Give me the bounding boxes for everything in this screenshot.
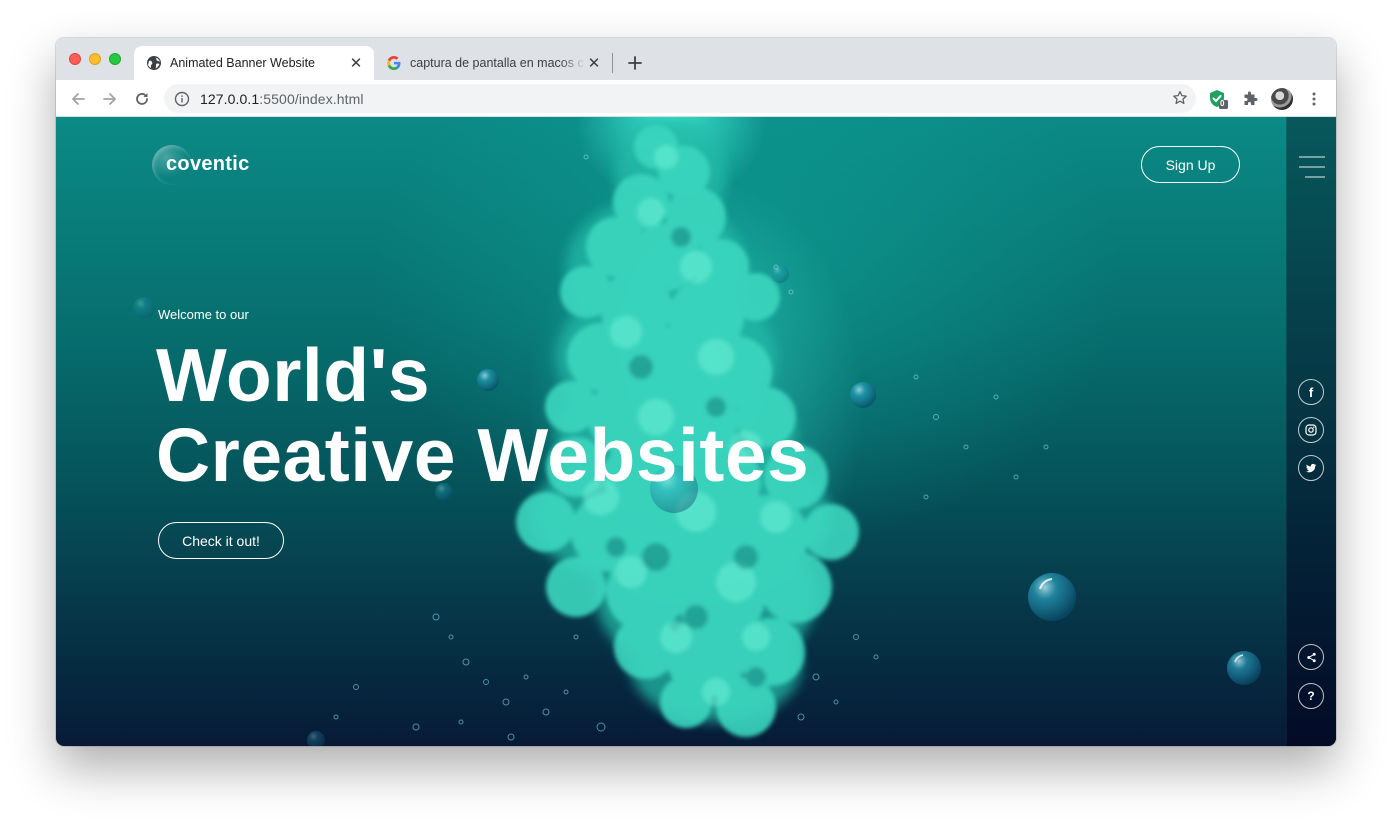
- tab-animated-banner[interactable]: Animated Banner Website ✕: [134, 46, 374, 80]
- shield-check-icon: [1210, 90, 1228, 109]
- tab-google-search[interactable]: captura de pantalla en macos c ✕: [374, 46, 612, 80]
- back-button[interactable]: [66, 87, 90, 111]
- reload-icon: [136, 93, 148, 105]
- tab-title: Animated Banner Website: [170, 56, 315, 70]
- arrow-right-icon: [103, 93, 116, 105]
- share-glyph-icon: [1306, 652, 1316, 662]
- plus-icon: [628, 56, 642, 70]
- url-host: 127.0.0.1: [200, 90, 260, 107]
- headline-line-1: World's: [156, 333, 431, 417]
- sign-up-button[interactable]: Sign Up: [1141, 146, 1240, 183]
- extensions-button[interactable]: [1238, 87, 1262, 111]
- reload-button[interactable]: [130, 87, 154, 111]
- close-tab-icon[interactable]: ✕: [586, 55, 602, 72]
- welcome-text: Welcome to our: [158, 307, 249, 322]
- adblock-extension-button[interactable]: 0: [1206, 87, 1230, 111]
- avatar: [1271, 88, 1293, 110]
- share-icon[interactable]: [1298, 644, 1324, 670]
- headline-line-2: Creative Websites: [156, 413, 810, 497]
- tab-strip: Animated Banner Website ✕ captura de pan…: [56, 38, 1336, 80]
- google-icon: [387, 56, 401, 70]
- info-icon[interactable]: [174, 91, 190, 107]
- instagram-icon[interactable]: [1298, 417, 1324, 443]
- site-logo[interactable]: coventic: [166, 153, 250, 176]
- bookmark-star-icon[interactable]: [1172, 90, 1188, 106]
- browser-window: Animated Banner Website ✕ captura de pan…: [56, 38, 1336, 746]
- forward-button[interactable]: [98, 87, 122, 111]
- hero-headline: World's Creative Websites: [156, 335, 809, 495]
- help-glyph: ?: [1307, 689, 1315, 703]
- hamburger-menu-icon[interactable]: [1299, 156, 1325, 180]
- url-text[interactable]: 127.0.0.1:5500/index.html: [200, 91, 364, 107]
- url-path: :5500/index.html: [259, 90, 364, 107]
- help-icon[interactable]: ?: [1298, 683, 1324, 709]
- browser-toolbar: 127.0.0.1:5500/index.html 0: [56, 80, 1336, 117]
- globe-icon: [147, 56, 161, 70]
- check-it-out-button[interactable]: Check it out!: [158, 522, 284, 559]
- arrow-left-icon: [72, 93, 85, 105]
- extension-badge: 0: [1220, 99, 1225, 108]
- twitter-icon[interactable]: [1298, 455, 1324, 481]
- browser-menu-button[interactable]: [1302, 87, 1326, 111]
- address-bar[interactable]: 127.0.0.1:5500/index.html: [164, 84, 1196, 113]
- close-window-button[interactable]: [69, 53, 81, 65]
- twitter-bird-icon: [1306, 463, 1317, 473]
- tab-title: captura de pantalla en macos c: [410, 56, 584, 70]
- close-tab-icon[interactable]: ✕: [348, 55, 364, 72]
- facebook-icon[interactable]: f: [1298, 379, 1324, 405]
- hero-banner: coventic Sign Up Welcome to our World's …: [56, 117, 1336, 746]
- tab-divider: [612, 53, 613, 73]
- facebook-glyph: f: [1308, 384, 1314, 400]
- zoom-window-button[interactable]: [109, 53, 121, 65]
- instagram-glyph-icon: [1305, 424, 1317, 436]
- profile-button[interactable]: [1270, 87, 1294, 111]
- new-tab-button[interactable]: [624, 52, 646, 74]
- more-vertical-icon: [1312, 92, 1316, 106]
- puzzle-icon: [1244, 91, 1258, 105]
- minimize-window-button[interactable]: [89, 53, 101, 65]
